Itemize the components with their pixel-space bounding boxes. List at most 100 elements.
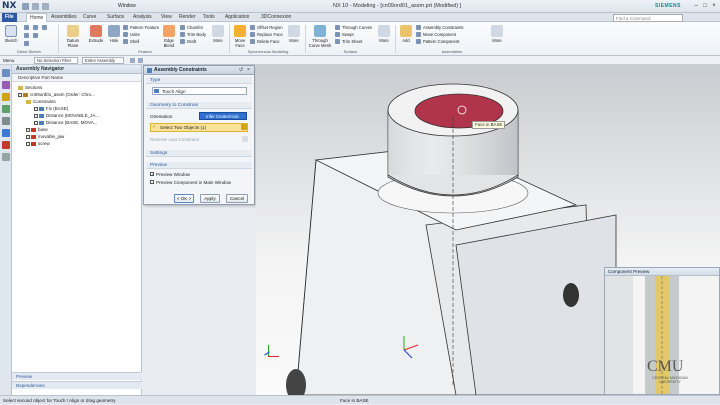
geometry-section-header[interactable]: Geometry to Constrain <box>146 102 252 109</box>
tab-home[interactable]: Home <box>26 13 48 22</box>
type-section-header[interactable]: Type <box>146 77 252 84</box>
tab-analysis[interactable]: Analysis <box>130 13 155 22</box>
selection-filter-select[interactable]: No Selection Filter <box>34 57 78 64</box>
undo-icon[interactable] <box>32 3 39 10</box>
preview-section-header[interactable]: Preview <box>146 162 252 169</box>
close-button[interactable]: × <box>710 2 718 10</box>
tab-surface[interactable]: Surface <box>104 13 127 22</box>
assemblies-add-button[interactable]: Add <box>398 25 414 43</box>
constraint-type-select[interactable]: Touch Align <box>152 87 247 95</box>
trim-sheet-button[interactable]: Trim Sheet <box>335 39 362 44</box>
tree-row-part-base[interactable]: base <box>26 127 48 132</box>
history-tab-icon[interactable] <box>2 117 10 125</box>
fillet-tool[interactable] <box>24 41 31 46</box>
feature-more-button[interactable]: More <box>211 25 225 43</box>
reuse-library-tab-icon[interactable] <box>2 105 10 113</box>
tab-file[interactable]: File <box>2 13 17 22</box>
tree-row-sections[interactable]: Sections <box>18 85 42 90</box>
replace-face-button[interactable]: Replace Face <box>250 32 283 37</box>
minimize-button[interactable]: – <box>692 2 700 10</box>
snap-icon[interactable] <box>138 58 143 63</box>
column-header[interactable]: Descriptive Part Name <box>12 74 141 82</box>
reverse-last-constraint[interactable]: Reverse Last Constraint <box>150 137 199 142</box>
tree-row-constraint[interactable]: Distance (BASE, MOVA... <box>34 120 97 125</box>
dialog-reset-button[interactable]: ↺ <box>239 67 243 73</box>
dialog-close-button[interactable]: × <box>247 67 250 73</box>
reverse-icon[interactable] <box>242 136 248 142</box>
part-navigator-tab-icon[interactable] <box>2 93 10 101</box>
navigator-preview-panel[interactable]: Preview <box>12 372 142 380</box>
system-materials-tab-icon[interactable] <box>2 141 10 149</box>
save-icon[interactable] <box>22 3 29 10</box>
offset-region-button[interactable]: Offset Region <box>250 25 283 30</box>
move-face-button[interactable]: Move Face <box>232 25 248 48</box>
redo-icon[interactable] <box>42 3 49 10</box>
edge-blend-button[interactable]: Edge Blend <box>160 25 178 48</box>
unite-button[interactable]: Unite <box>123 32 140 37</box>
draft-button[interactable]: Draft <box>180 39 196 44</box>
snap-icon[interactable] <box>130 58 135 63</box>
through-curve-mesh-button[interactable]: Through Curve Mesh <box>308 25 332 48</box>
preview-window-checkbox[interactable]: ✓ Preview Window <box>150 172 190 177</box>
settings-section-header[interactable]: Settings <box>146 150 252 157</box>
tree-row-part-movable-jaw[interactable]: movable_jaw <box>26 134 64 139</box>
component-preview-window[interactable]: Component Preview CMU CENTRAL MICHIGAN U… <box>604 267 720 395</box>
tree-row-part-screw[interactable]: screw <box>26 141 50 146</box>
preview-main-window-checkbox[interactable]: Preview Component in Main Window <box>150 180 231 185</box>
assembly-navigator-tab-icon[interactable] <box>2 69 10 77</box>
pattern-feature-button[interactable]: Pattern Feature <box>123 25 159 30</box>
hole-button[interactable]: Hole <box>107 25 121 43</box>
tab-render[interactable]: Render <box>176 13 198 22</box>
sync-more-button[interactable]: More <box>287 25 301 43</box>
trim-body-button[interactable]: Trim Body <box>180 32 206 37</box>
navigator-dependencies-panel[interactable]: Dependencies <box>12 381 142 389</box>
web-browser-tab-icon[interactable] <box>2 129 10 137</box>
crosshair-icon[interactable] <box>241 124 247 130</box>
more-icon <box>212 25 224 37</box>
circle-tool[interactable] <box>42 25 49 30</box>
window-menu[interactable]: Window <box>118 3 136 9</box>
menu-button[interactable]: Menu <box>3 57 15 64</box>
pattern-component-button[interactable]: Pattern Component <box>416 39 459 44</box>
surface-more-button[interactable]: More <box>377 25 391 43</box>
roles-tab-icon[interactable] <box>2 153 10 161</box>
tree-row-constraint[interactable]: Fix (BASE) <box>34 106 68 111</box>
tab-application[interactable]: Application <box>222 13 252 22</box>
tree-row-assembly[interactable]: cn09ord01_assm (Order: Chro... <box>18 92 95 97</box>
line-tool[interactable] <box>24 25 31 30</box>
shell-button[interactable]: Shell <box>123 39 139 44</box>
assembly-constraints-button[interactable]: Assembly Constraints <box>416 25 464 30</box>
command-search-input[interactable]: Find a Command <box>613 14 683 22</box>
rectangle-tool[interactable] <box>24 33 31 38</box>
polygon-tool[interactable] <box>33 33 40 38</box>
swept-button[interactable]: Swept <box>335 32 354 37</box>
chamfer-button[interactable]: Chamfer <box>180 25 203 30</box>
tab-tools[interactable]: Tools <box>200 13 218 22</box>
group-feature: Feature <box>138 49 152 54</box>
constraint-navigator-tab-icon[interactable] <box>2 81 10 89</box>
extrude-button[interactable]: Extrude <box>86 25 106 43</box>
tab-view[interactable]: View <box>158 13 175 22</box>
assemblies-more-button[interactable]: More <box>490 25 504 43</box>
tab-curve[interactable]: Curve <box>80 13 99 22</box>
delete-face-button[interactable]: Delete Face <box>250 39 280 44</box>
cmu-watermark-subtitle: CENTRAL MICHIGAN UNIVERSITY <box>652 376 688 384</box>
cancel-button[interactable]: Cancel <box>226 194 248 203</box>
through-curves-button[interactable]: Through Curves <box>335 25 372 30</box>
select-objects-field[interactable]: Select Two Objects (1) <box>150 123 248 132</box>
tab-assemblies[interactable]: Assemblies <box>48 13 80 22</box>
tab-3dconnexion[interactable]: 3DConnexion <box>258 13 294 22</box>
more-icon <box>491 25 503 37</box>
apply-button[interactable]: Apply <box>200 194 220 203</box>
ok-button[interactable]: < OK > <box>174 194 194 203</box>
selection-scope-select[interactable]: Entire Assembly <box>82 57 124 64</box>
move-component-button[interactable]: Move Component <box>416 32 456 37</box>
separator <box>229 25 230 53</box>
tree-row-constraints[interactable]: Constraints <box>26 99 56 104</box>
maximize-button[interactable]: □ <box>701 2 709 10</box>
sketch-button[interactable]: Sketch <box>3 25 19 43</box>
tree-row-constraint[interactable]: Distance (MOVABLE_JA... <box>34 113 99 118</box>
datum-plane-button[interactable]: Datum Plane <box>62 25 84 48</box>
arc-tool[interactable] <box>33 25 40 30</box>
orientation-select[interactable]: Infer Center/Axis <box>199 112 247 120</box>
